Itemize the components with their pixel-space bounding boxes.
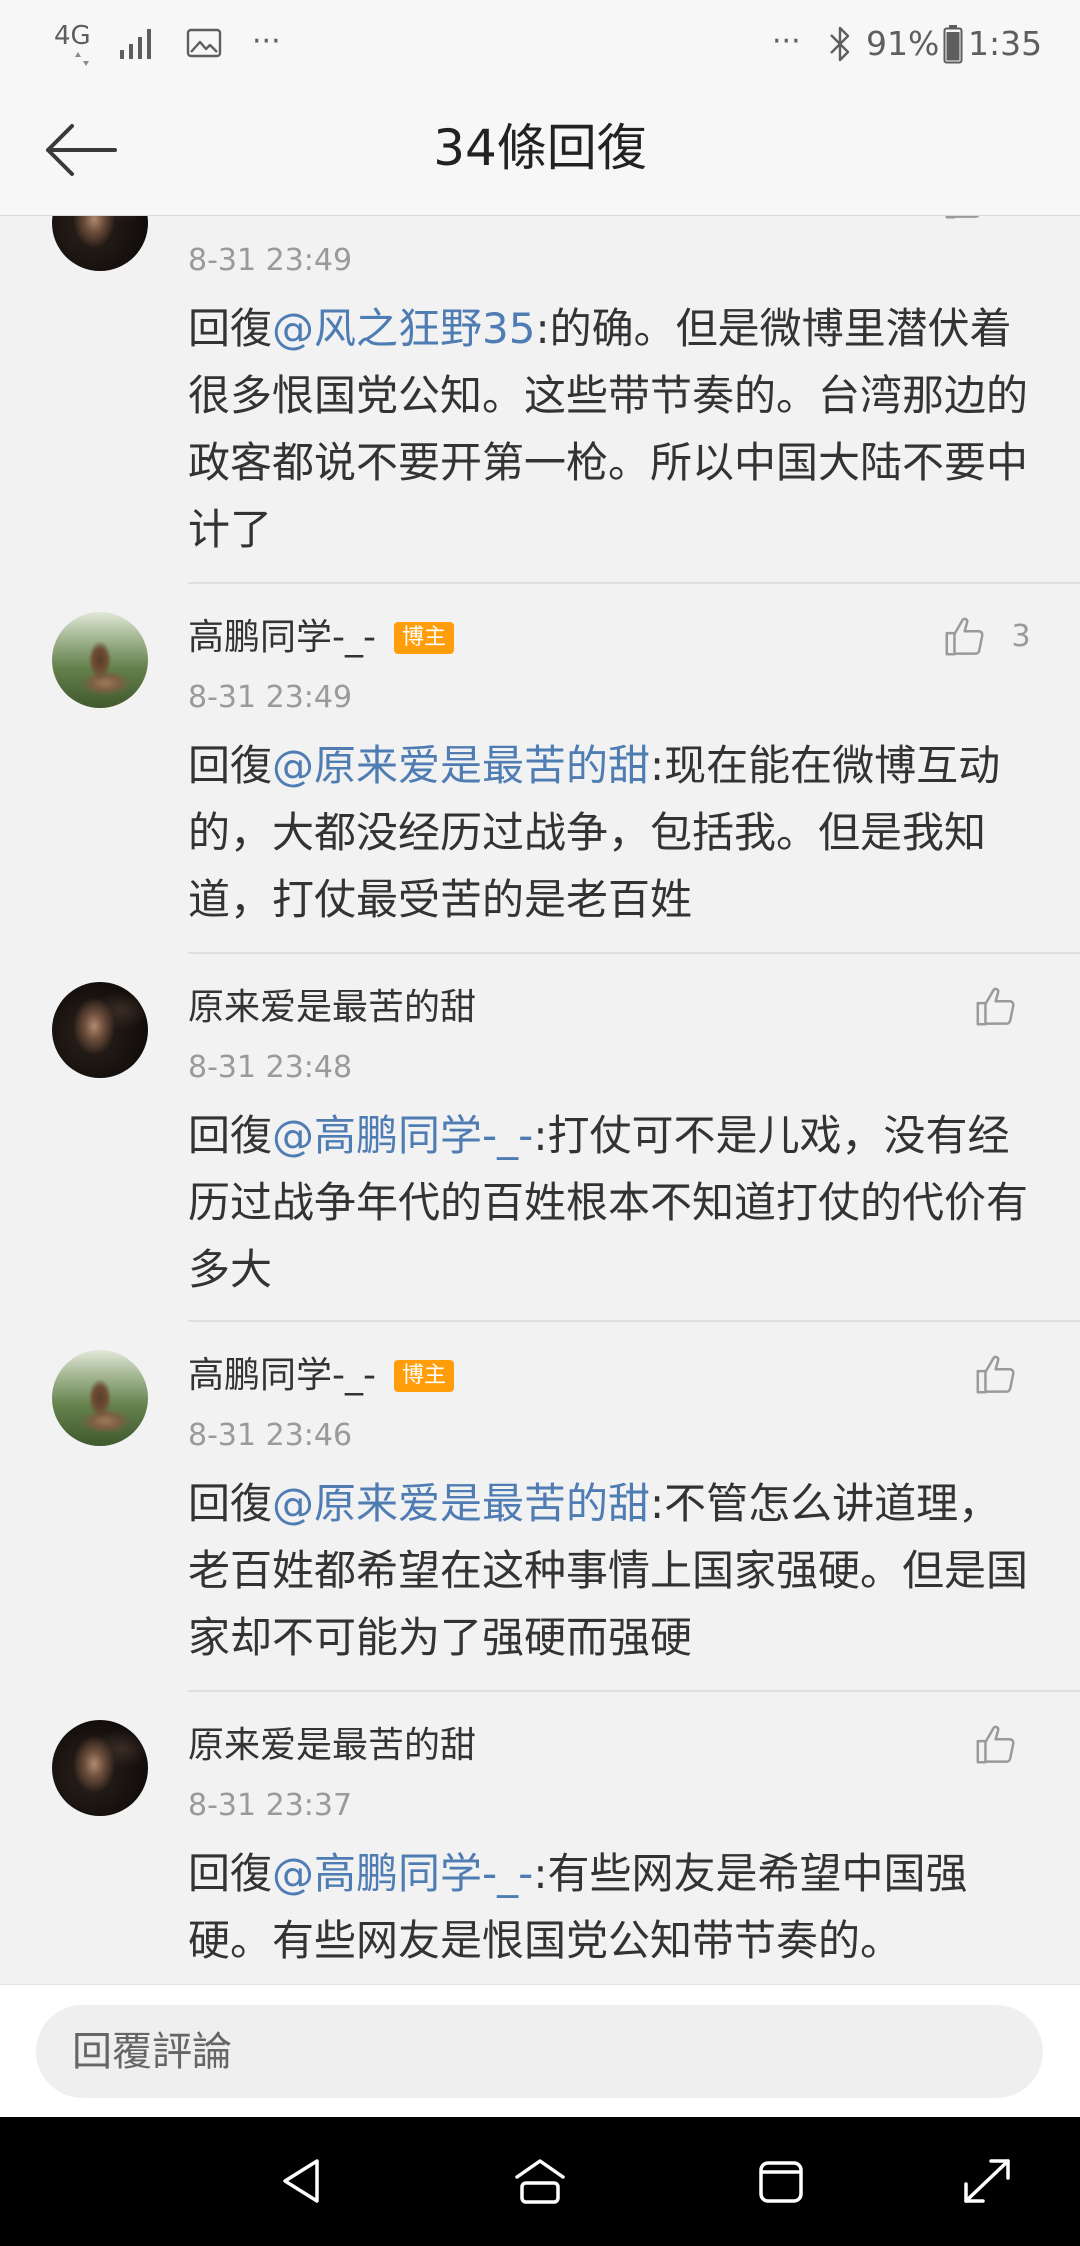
comment-time: 8-31 23:49 [188, 243, 353, 278]
avatar[interactable] [52, 1720, 148, 1816]
comment-header: 高鹏同学-_- 博主 [188, 613, 1036, 661]
mention-link[interactable]: @风之狂野35 [272, 304, 535, 353]
comment-header: 高鹏同学-_- 博主 [188, 1351, 1036, 1399]
comment-time: 8-31 23:49 [188, 680, 353, 715]
nav-home-icon [515, 2159, 565, 2204]
comment-text[interactable]: 回復@高鹏同学-_-:打仗可不是儿戏，没有经历过战争年代的百姓根本不知道打仗的代… [188, 1102, 1036, 1303]
nav-back-icon [283, 2159, 319, 2203]
nav-expand-button[interactable] [932, 2131, 1042, 2231]
reply-prefix: 回復 [188, 1111, 273, 1160]
reply-prefix: 回復 [188, 1479, 273, 1528]
avatar[interactable] [52, 216, 148, 271]
data-activity-icon [74, 52, 90, 66]
like-button[interactable] [973, 984, 1019, 1030]
reply-input-container[interactable] [36, 2005, 1043, 2098]
comment-author[interactable]: 高鹏同学-_- [188, 1352, 376, 1400]
nav-back-button[interactable] [246, 2131, 356, 2231]
comment-header [188, 216, 1036, 224]
mention-link[interactable]: @原来爱是最苦的甜 [272, 741, 650, 790]
comment-author[interactable]: 高鹏同学-_- [188, 614, 376, 662]
comment-header: 原来爱是最苦的甜 [188, 1721, 1036, 1769]
thumbs-up-icon [976, 987, 1015, 1026]
battery-icon [943, 24, 963, 64]
nav-home-button[interactable] [485, 2131, 595, 2231]
comment-text[interactable]: 回復@原来爱是最苦的甜:现在能在微博互动的，大都没经历过战争，包括我。但是我知道… [188, 732, 1036, 933]
comment-item[interactable]: 高鹏同学-_- 博主 8-31 23:49 回復@原来爱是最苦的甜:现在能在微博互… [0, 584, 1080, 954]
comment-header: 原来爱是最苦的甜 [188, 983, 1036, 1031]
avatar[interactable] [52, 612, 148, 708]
reply-prefix: 回復 [188, 304, 273, 353]
status-bar: 4G ··· ··· 91% 1:35 [0, 0, 1080, 90]
blogger-badge: 博主 [393, 1360, 454, 1392]
comment-text[interactable]: 回復@风之狂野35:的确。但是微博里潜伏着很多恨国党公知。这些带节奏的。台湾那边… [188, 295, 1036, 563]
thumbs-up-icon [945, 617, 984, 656]
comment-content: 原来爱是最苦的甜 8-31 23:48 回復@高鹏同学-_-:打仗可不是儿戏，没… [188, 983, 1036, 1303]
reply-prefix: 回復 [188, 1849, 273, 1898]
comment-time: 8-31 23:48 [188, 1050, 353, 1085]
mention-link[interactable]: @原来爱是最苦的甜 [272, 1479, 650, 1528]
avatar[interactable] [52, 982, 148, 1078]
page-title: 34條回復 [433, 119, 647, 177]
bluetooth-icon [828, 24, 852, 64]
mention-link[interactable]: @高鹏同学-_- [272, 1849, 533, 1898]
avatar[interactable] [52, 1350, 148, 1446]
comments-list[interactable]: 8-31 23:49 回復@风之狂野35:的确。但是微博里潜伏着很多恨国党公知。… [0, 216, 1080, 1984]
comment-time: 8-31 23:46 [188, 1418, 353, 1453]
like-button[interactable]: 3 [942, 614, 1036, 660]
reply-bar [0, 1984, 1080, 2117]
system-nav-bar [0, 2117, 1080, 2246]
like-button[interactable] [973, 1352, 1019, 1398]
nav-recent-apps-button[interactable] [726, 2131, 836, 2231]
app-header: 34條回復 [0, 90, 1080, 216]
comment-item[interactable]: 原来爱是最苦的甜 8-31 23:37 回復@高鹏同学-_-:有些网友是希望中国… [0, 1692, 1080, 1984]
arrow-left-icon [46, 124, 117, 176]
back-button[interactable] [30, 110, 130, 190]
network-type: 4G [54, 21, 91, 51]
nav-recent-apps-icon [759, 2161, 803, 2203]
comment-content: 原来爱是最苦的甜 8-31 23:37 回復@高鹏同学-_-:有些网友是希望中国… [188, 1721, 1036, 1974]
comment-content: 8-31 23:49 回復@风之狂野35:的确。但是微博里潜伏着很多恨国党公知。… [188, 216, 1036, 563]
more-status-icon: ··· [772, 24, 801, 59]
comment-content: 高鹏同学-_- 博主 8-31 23:46 回復@原来爱是最苦的甜:不管怎么讲道理… [188, 1351, 1036, 1671]
thumbs-up-icon [976, 1725, 1015, 1764]
comment-item[interactable]: 8-31 23:49 回復@风之狂野35:的确。但是微博里潜伏着很多恨国党公知。… [0, 216, 1080, 584]
image-icon [186, 27, 222, 59]
comment-time: 8-31 23:37 [188, 1788, 353, 1823]
comment-content: 高鹏同学-_- 博主 8-31 23:49 回復@原来爱是最苦的甜:现在能在微博互… [188, 613, 1036, 933]
clock: 1:35 [968, 24, 1043, 63]
thumbs-up-icon [945, 216, 980, 219]
like-button[interactable] [973, 1722, 1019, 1768]
reply-input[interactable] [72, 2005, 1012, 2098]
nav-expand-icon [964, 2159, 1010, 2203]
comment-text[interactable]: 回復@原来爱是最苦的甜:不管怎么讲道理，老百姓都希望在这种事情上国家强硬。但是国… [188, 1470, 1036, 1671]
comment-item[interactable]: 高鹏同学-_- 博主 8-31 23:46 回復@原来爱是最苦的甜:不管怎么讲道理… [0, 1322, 1080, 1692]
reply-prefix: 回復 [188, 741, 273, 790]
signal-icon [118, 26, 158, 60]
comment-author[interactable]: 原来爱是最苦的甜 [188, 984, 476, 1032]
comment-item[interactable]: 原来爱是最苦的甜 8-31 23:48 回復@高鹏同学-_-:打仗可不是儿戏，没… [0, 954, 1080, 1322]
mention-link[interactable]: @高鹏同学-_- [272, 1111, 533, 1160]
more-notifications-icon: ··· [252, 24, 281, 59]
thumbs-up-icon [976, 1355, 1015, 1394]
blogger-badge: 博主 [393, 622, 454, 654]
battery-level: 91% [866, 24, 940, 63]
like-count: 3 [1011, 619, 1031, 654]
like-button[interactable] [942, 216, 1036, 223]
comment-author[interactable]: 原来爱是最苦的甜 [188, 1722, 476, 1770]
comment-text[interactable]: 回復@高鹏同学-_-:有些网友是希望中国强硬。有些网友是恨国党公知带节奏的。 [188, 1840, 1036, 1974]
